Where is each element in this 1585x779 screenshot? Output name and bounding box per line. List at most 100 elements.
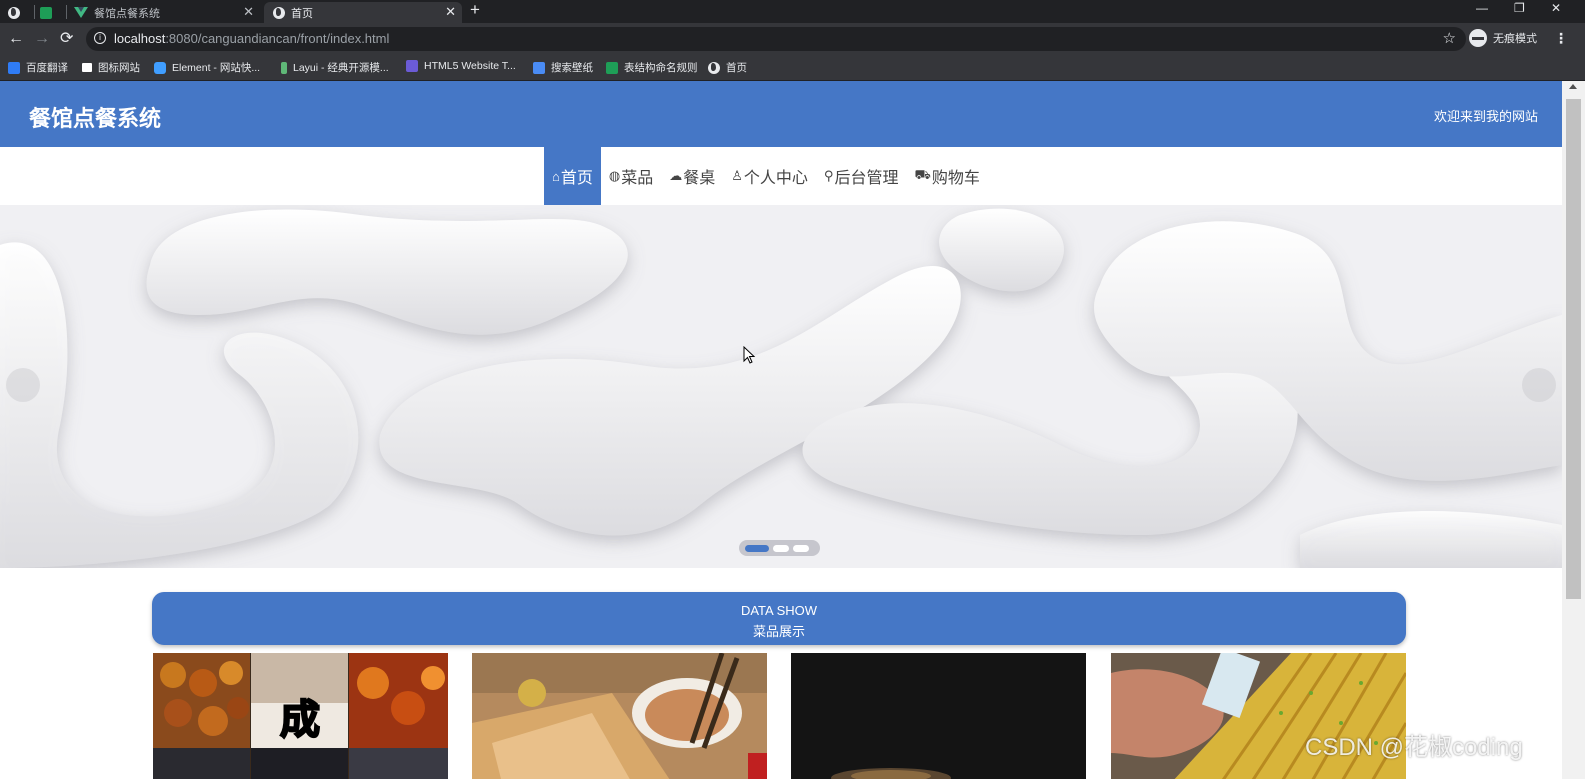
home-icon: ⌂: [552, 168, 560, 184]
bookmark-item[interactable]: HTML5 Website T...: [406, 60, 516, 72]
dish-card-2[interactable]: [472, 653, 767, 779]
bookmark-item[interactable]: 表结构命名规则: [606, 60, 698, 75]
link-icon: ⚲: [823, 168, 834, 183]
scrollbar-thumb[interactable]: [1566, 99, 1581, 599]
element-icon: [154, 61, 166, 74]
dish-image: 成: [153, 653, 448, 779]
tab-title: 餐馆点餐系统: [94, 7, 160, 20]
vue-icon: [74, 7, 88, 18]
minimize-button[interactable]: —: [1476, 1, 1488, 15]
dish-card-1[interactable]: 成: [153, 653, 448, 779]
nav-item-tables[interactable]: ☁ 餐桌: [661, 147, 723, 205]
nav-item-cart[interactable]: ⛟ 购物车: [906, 147, 987, 205]
welcome-text: 欢迎来到我的网站: [1433, 109, 1538, 124]
page-scrollbar[interactable]: [1562, 81, 1585, 779]
carousel-next-button[interactable]: [1522, 368, 1556, 402]
nav-item-profile[interactable]: ♙ 个人中心: [723, 147, 816, 205]
dish-overlay-text: 成: [280, 697, 320, 743]
nav-item-home[interactable]: ⌂ 首页: [544, 147, 601, 205]
scroll-up-icon[interactable]: [1569, 84, 1577, 89]
incognito-indicator[interactable]: 无痕模式: [1469, 29, 1537, 47]
globe-icon: ◍: [608, 168, 621, 183]
wallpaper-icon: [533, 61, 545, 74]
section-header-dishes: DATA SHOW 菜品展示: [152, 592, 1406, 645]
bookmark-item[interactable]: Element - 网站快...: [154, 60, 260, 75]
bookmark-label: 搜索壁纸: [551, 62, 593, 74]
nav-label: 菜品: [621, 170, 654, 187]
url-path: :8080/canguandiancan/front/index.html: [165, 31, 390, 46]
bookmark-item[interactable]: Layui - 经典开源模...: [281, 60, 389, 75]
cart-icon: ⛟: [914, 167, 931, 182]
site-header: 餐馆点餐系统 欢迎来到我的网站: [0, 81, 1562, 147]
green-square-icon: [606, 61, 618, 74]
site-title: 餐馆点餐系统: [29, 106, 162, 131]
url-text: localhost:8080/canguandiancan/front/inde…: [114, 31, 389, 46]
incognito-icon: [1469, 29, 1487, 47]
tab-restaurant-system[interactable]: 餐馆点餐系统 ✕: [74, 2, 260, 23]
layui-icon: [281, 61, 287, 74]
bookmark-label: 图标网站: [98, 62, 140, 74]
flag-icon: [82, 63, 92, 72]
tab-pinned-green[interactable]: [40, 2, 62, 23]
nav-label: 个人中心: [743, 170, 808, 187]
bookmark-item[interactable]: 首页: [708, 60, 747, 75]
browser-menu-icon[interactable]: ⋮: [1554, 30, 1568, 47]
main-nav: ⌂ 首页 ◍ 菜品 ☁ 餐桌 ♙ 个人中心 ⚲ 后台管理 ⛟ 购物车: [544, 147, 988, 205]
close-window-button[interactable]: ✕: [1551, 1, 1561, 15]
carousel-dot[interactable]: [745, 544, 769, 552]
section-title-zh: 菜品展示: [752, 624, 805, 639]
carousel-dot[interactable]: [793, 544, 809, 552]
dish-card-3[interactable]: [791, 653, 1086, 779]
user-icon: ♙: [731, 168, 743, 183]
bookmark-item[interactable]: 搜索壁纸: [533, 60, 593, 75]
nav-item-dishes[interactable]: ◍ 菜品: [601, 147, 661, 205]
bookmark-label: Layui - 经典开源模...: [293, 62, 389, 74]
carousel-dot[interactable]: [773, 544, 789, 552]
tab-home[interactable]: 首页 ✕: [264, 2, 462, 23]
url-input[interactable]: i localhost:8080/canguandiancan/front/in…: [86, 27, 1466, 51]
banner-wave-image: [0, 205, 1562, 568]
nav-item-admin[interactable]: ⚲ 后台管理: [816, 147, 907, 205]
globe-icon: [273, 6, 285, 19]
incognito-label: 无痕模式: [1493, 33, 1537, 45]
bookmark-label: HTML5 Website T...: [424, 60, 516, 72]
forward-arrow-icon[interactable]: →: [34, 29, 50, 49]
tab-title: 首页: [291, 7, 313, 20]
bookmark-label: 首页: [726, 62, 747, 74]
tab-divider: [34, 5, 35, 19]
baidu-translate-icon: [8, 61, 20, 74]
bookmark-item[interactable]: 百度翻译: [8, 60, 68, 75]
new-tab-button[interactable]: +: [470, 0, 480, 20]
carousel-banner[interactable]: [0, 205, 1562, 568]
bookmark-label: 表结构命名规则: [624, 62, 698, 74]
dish-image: [472, 653, 767, 779]
green-square-icon: [40, 6, 52, 19]
bookmark-label: 百度翻译: [26, 62, 68, 74]
info-icon[interactable]: i: [94, 32, 106, 44]
table-icon: ☁: [669, 168, 683, 183]
close-icon[interactable]: ✕: [243, 4, 254, 20]
bookmarks-bar: 百度翻译 图标网站 Element - 网站快... Layui - 经典开源模…: [0, 55, 1585, 81]
bookmark-item[interactable]: 图标网站: [82, 60, 140, 75]
dish-image: [791, 653, 1086, 779]
back-arrow-icon[interactable]: ←: [8, 29, 24, 49]
tab-divider: [66, 5, 67, 19]
watermark-text: CSDN @花椒coding: [1305, 734, 1523, 761]
globe-icon: [708, 61, 720, 74]
html5-icon: [406, 60, 418, 72]
url-host: localhost: [114, 31, 166, 46]
bookmark-label: Element - 网站快...: [172, 62, 261, 74]
nav-label: 购物车: [931, 170, 980, 187]
nav-label: 后台管理: [834, 170, 899, 187]
carousel-indicators: [739, 540, 820, 556]
bookmark-star-icon[interactable]: ☆: [1443, 29, 1456, 47]
close-icon[interactable]: ✕: [445, 4, 456, 20]
browser-tab-bar: 餐馆点餐系统 ✕ 首页 ✕ + — ❐ ✕: [0, 0, 1585, 23]
tab-pinned-globe[interactable]: [8, 2, 30, 23]
nav-label: 首页: [560, 170, 593, 187]
mouse-cursor-icon: [743, 346, 756, 364]
restore-button[interactable]: ❐: [1514, 1, 1525, 15]
reload-icon[interactable]: ⟳: [60, 29, 73, 49]
carousel-prev-button[interactable]: [6, 368, 40, 402]
address-bar-row: ← → ⟳ i localhost:8080/canguandiancan/fr…: [0, 23, 1585, 55]
